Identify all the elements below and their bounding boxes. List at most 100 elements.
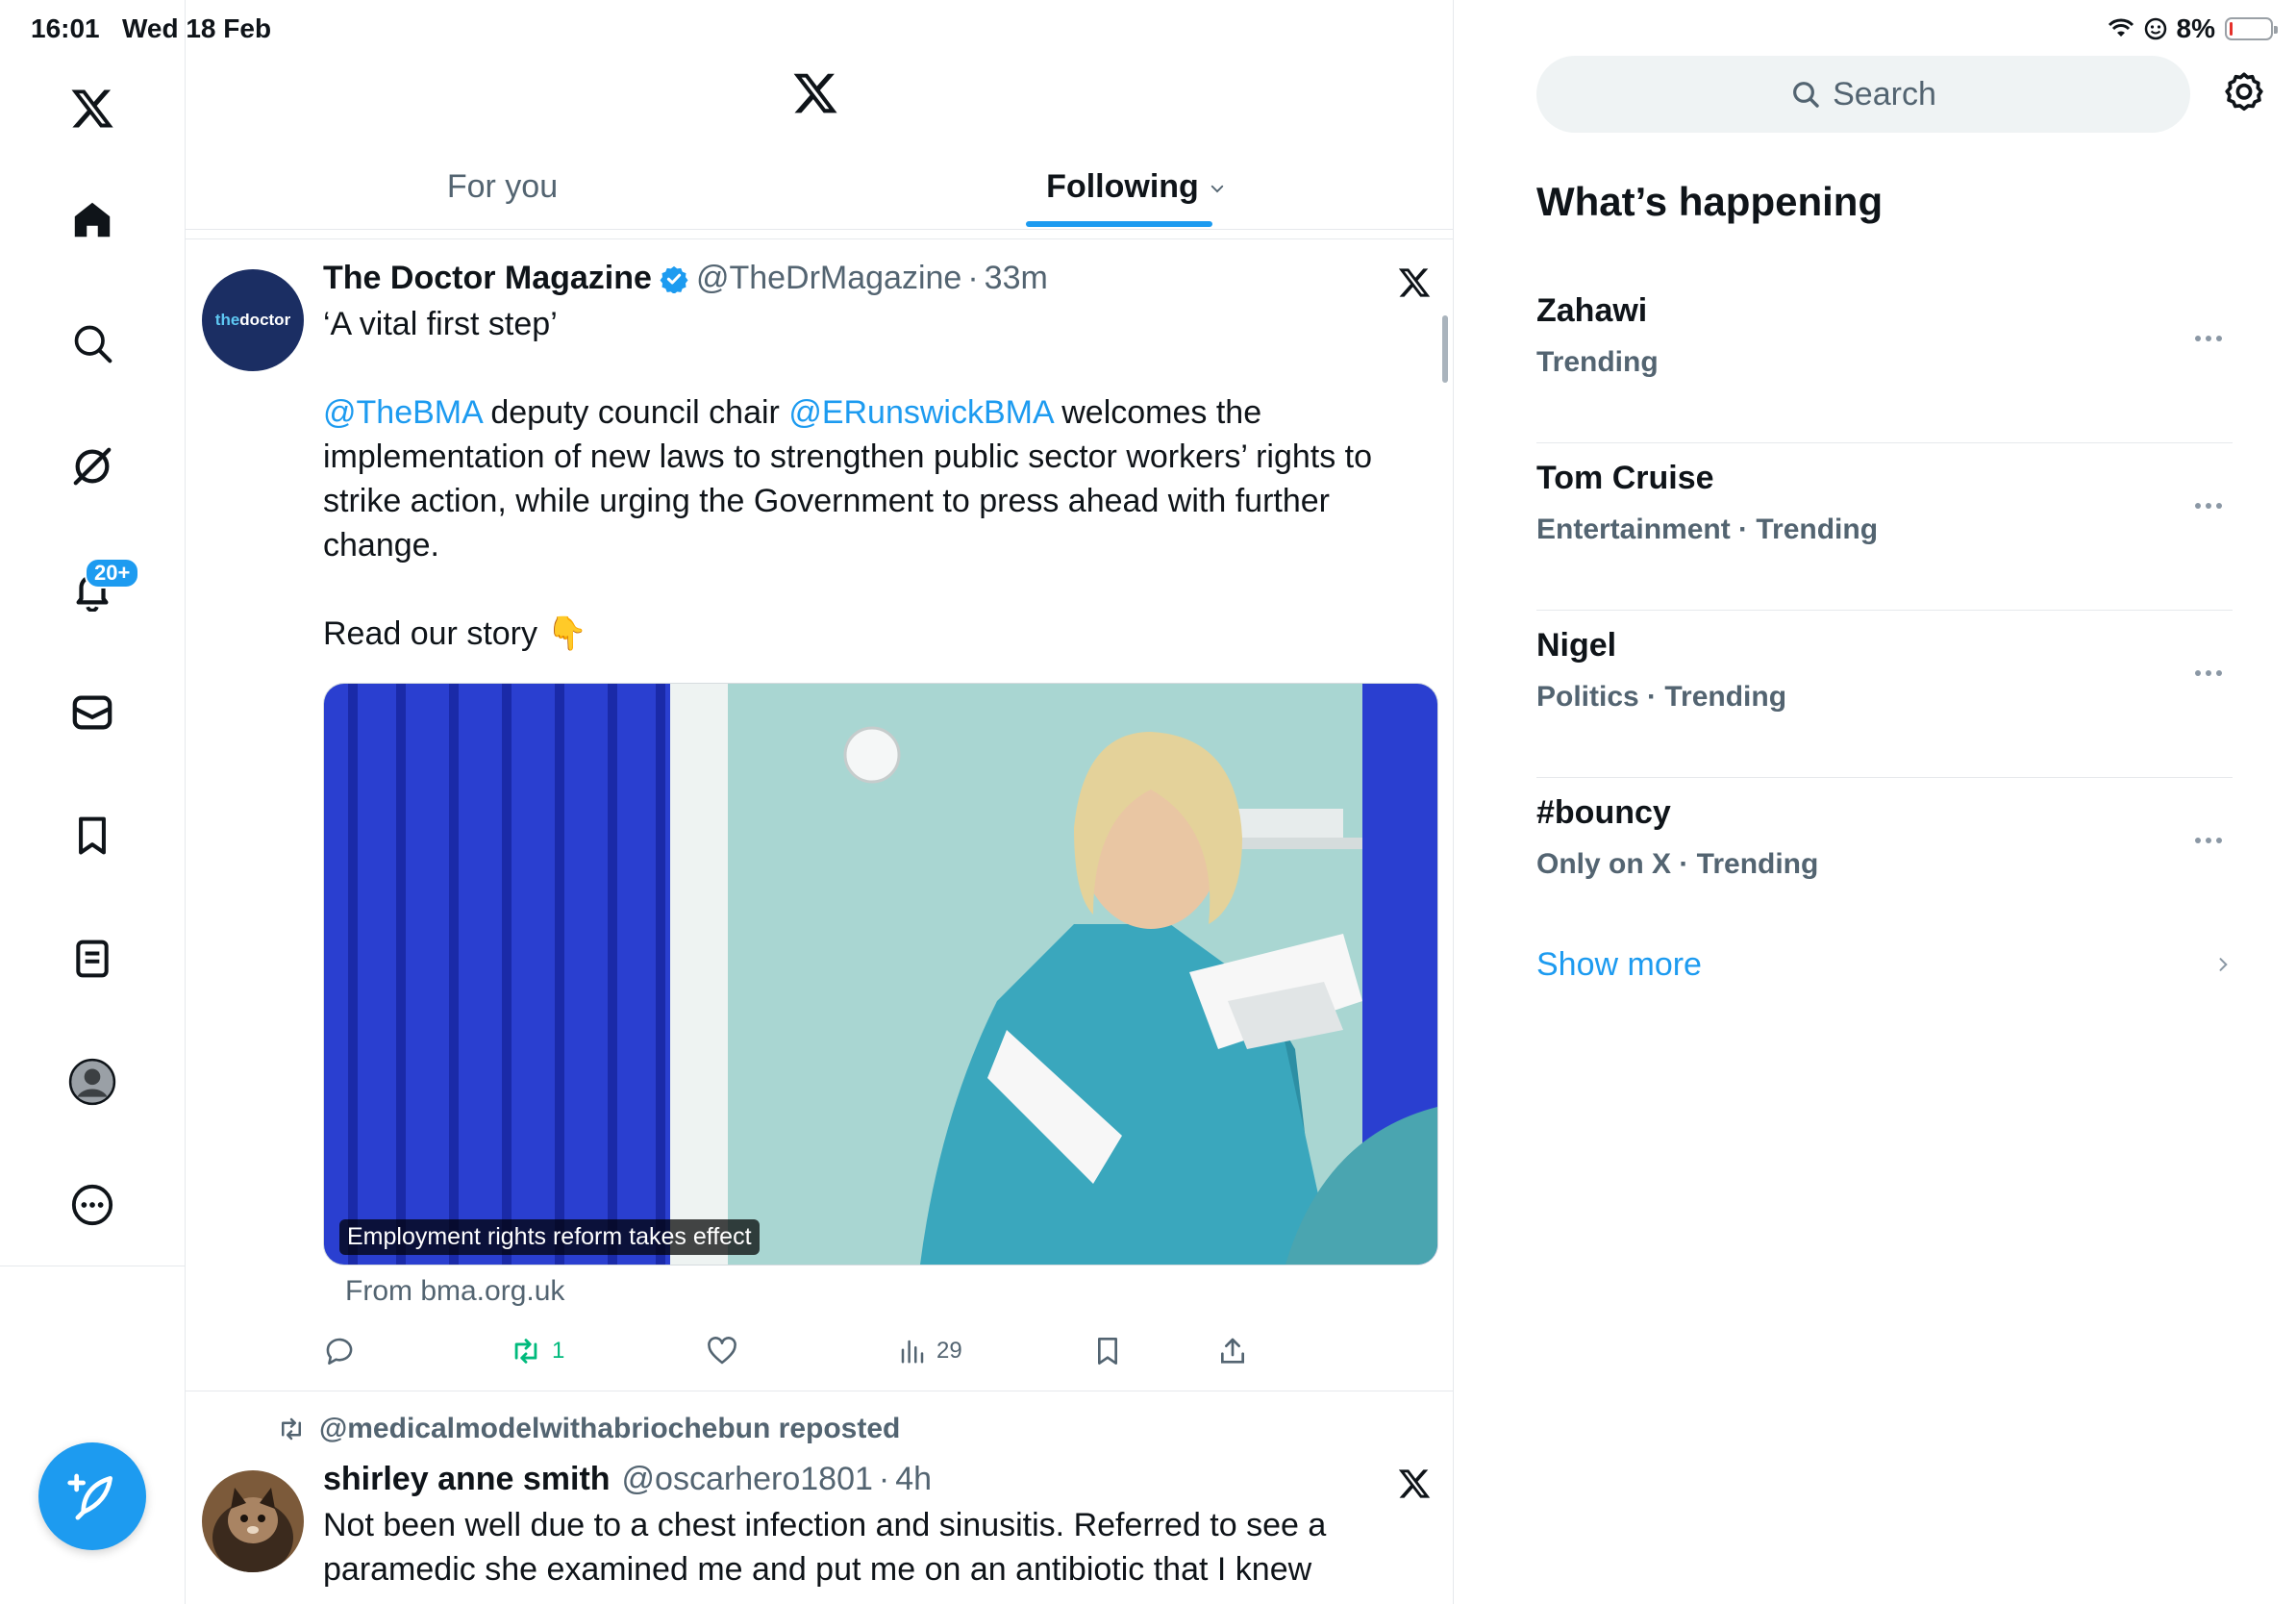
x-logo-header-icon[interactable] <box>791 69 839 117</box>
trend-name: #bouncy <box>1536 794 1671 831</box>
share-icon <box>1221 1338 1244 1364</box>
chevron-right-icon <box>2219 958 2228 971</box>
repost-context[interactable]: @medicalmodelwithabriochebun reposted <box>277 1413 900 1445</box>
repost-count: 1 <box>552 1338 565 1364</box>
tweet[interactable]: @medicalmodelwithabriochebun reposted sh… <box>186 1391 1453 1604</box>
author-name[interactable]: shirley anne smith <box>323 1461 611 1498</box>
search-placeholder: Search <box>1833 75 1936 113</box>
compose-button[interactable] <box>38 1442 146 1550</box>
trend-name: Zahawi <box>1536 292 1648 329</box>
trend-item[interactable]: Nigel Politics · Trending <box>1536 610 2233 778</box>
author-avatar[interactable]: the doctor <box>202 269 304 371</box>
tab-following[interactable]: Following <box>819 144 1453 229</box>
trend-meta: Trending <box>1536 346 1659 378</box>
tweet-text: Not been well due to a chest infection a… <box>323 1503 1410 1591</box>
meta-separator: · <box>878 1461 890 1497</box>
tab-following-label: Following <box>1046 167 1199 205</box>
verified-badge-icon <box>660 264 688 293</box>
tweet-actions: 1 29 <box>323 1327 1285 1375</box>
link-card-caption: Employment rights reform takes effect <box>339 1219 760 1255</box>
reply-button[interactable] <box>323 1327 356 1375</box>
settings-button[interactable] <box>2223 71 2265 113</box>
more-options-icon[interactable] <box>2194 669 2223 677</box>
like-button[interactable] <box>706 1327 738 1375</box>
compose-feather-icon <box>67 1473 112 1520</box>
feed-divider <box>186 238 1453 239</box>
x-mark-icon[interactable] <box>1397 265 1432 300</box>
bookmarks-icon[interactable] <box>0 783 185 889</box>
reply-icon <box>326 1338 353 1366</box>
x-logo-icon[interactable] <box>0 56 185 162</box>
more-icon[interactable] <box>0 1152 185 1258</box>
link-source[interactable]: From bma.org.uk <box>345 1275 564 1308</box>
tweet-header: The Doctor Magazine @TheDrMagazine · 33m <box>323 260 1048 297</box>
views-button[interactable]: 29 <box>898 1327 962 1375</box>
tweet-text-content: Not been well due to a chest infection a… <box>323 1507 1327 1588</box>
profile-avatar-icon[interactable] <box>0 1029 185 1135</box>
messages-icon[interactable] <box>0 660 185 765</box>
repost-button[interactable]: 1 <box>510 1327 564 1375</box>
notifications-icon[interactable]: 20+ <box>0 537 185 642</box>
bookmark-button[interactable] <box>1092 1327 1123 1375</box>
search-input[interactable]: Search <box>1536 56 2190 133</box>
search-icon[interactable] <box>0 290 185 396</box>
tweet-cta: Read our story 👇 <box>323 615 587 652</box>
mention-link[interactable]: @ERunswickBMA <box>788 394 1052 431</box>
home-icon[interactable] <box>0 167 185 273</box>
mention-link[interactable]: @TheBMA <box>323 394 482 431</box>
tweet-header: shirley anne smith @oscarhero1801 · 4h <box>323 1461 932 1498</box>
author-handle[interactable]: @TheDrMagazine <box>696 260 961 297</box>
trend-item[interactable]: #bouncy Only on X · Trending <box>1536 777 2233 944</box>
more-options-icon[interactable] <box>2194 335 2223 342</box>
bookmark-icon <box>1098 1338 1117 1365</box>
right-sidebar: Search What’s happening Zahawi Trending … <box>1454 0 2296 1604</box>
trend-name: Tom Cruise <box>1536 460 1714 496</box>
link-card-image[interactable]: Employment rights reform takes effect <box>323 683 1438 1266</box>
search-icon <box>1793 82 1819 108</box>
avatar-logo-prefix: the <box>214 311 240 329</box>
tweet-time[interactable]: 33m <box>985 260 1048 297</box>
share-button[interactable] <box>1217 1327 1248 1375</box>
tweet-text: ‘A vital first step’ @TheBMA deputy coun… <box>323 302 1410 656</box>
gear-icon <box>2225 72 2263 112</box>
repost-icon <box>514 1339 537 1364</box>
views-count: 29 <box>936 1338 962 1364</box>
chevron-down-icon <box>1209 180 1226 197</box>
tweet-headline: ‘A vital first step’ <box>323 306 558 342</box>
timeline: For you Following the doctor The Doctor M… <box>186 0 1454 1604</box>
author-avatar[interactable] <box>202 1470 304 1572</box>
trend-meta: Politics · Trending <box>1536 681 1787 713</box>
trend-item[interactable]: Tom Cruise Entertainment · Trending <box>1536 442 2233 611</box>
repost-by-label: @medicalmodelwithabriochebun reposted <box>319 1413 901 1444</box>
author-handle[interactable]: @oscarhero1801 <box>622 1461 873 1498</box>
more-options-icon[interactable] <box>2194 502 2223 510</box>
notifications-badge: 20+ <box>85 558 140 589</box>
nurse-photo <box>324 684 1437 1265</box>
lists-icon[interactable] <box>0 906 185 1012</box>
more-options-icon[interactable] <box>2194 837 2223 844</box>
timeline-tabs: For you Following <box>186 144 1453 230</box>
views-chart-icon <box>901 1340 924 1364</box>
trend-name: Nigel <box>1536 627 1617 664</box>
left-nav: 20+ <box>0 0 186 1604</box>
show-more-link[interactable]: Show more <box>1536 921 2233 1008</box>
cat-avatar-image <box>202 1470 304 1572</box>
trend-meta: Entertainment · Trending <box>1536 514 1879 545</box>
tweet-time[interactable]: 4h <box>895 1461 932 1498</box>
whats-happening-heading: What’s happening <box>1536 179 1884 224</box>
tab-for-you[interactable]: For you <box>186 144 819 229</box>
meta-separator: · <box>967 260 979 296</box>
repost-icon <box>282 1417 301 1441</box>
heart-icon <box>708 1337 736 1365</box>
x-mark-icon[interactable] <box>1397 1466 1432 1501</box>
trend-item[interactable]: Zahawi Trending <box>1536 275 2233 443</box>
tweet-text-segment: deputy council chair <box>481 394 789 431</box>
tab-for-you-label: For you <box>446 167 559 205</box>
author-name[interactable]: The Doctor Magazine <box>323 260 652 297</box>
trend-meta: Only on X · Trending <box>1536 848 1819 880</box>
avatar-logo-main: doctor <box>239 311 291 329</box>
active-tab-indicator <box>1026 221 1212 227</box>
show-more-label: Show more <box>1536 945 1702 983</box>
grok-icon[interactable] <box>0 414 185 519</box>
tweet[interactable]: the doctor The Doctor Magazine @TheDrMaga… <box>186 240 1453 1391</box>
